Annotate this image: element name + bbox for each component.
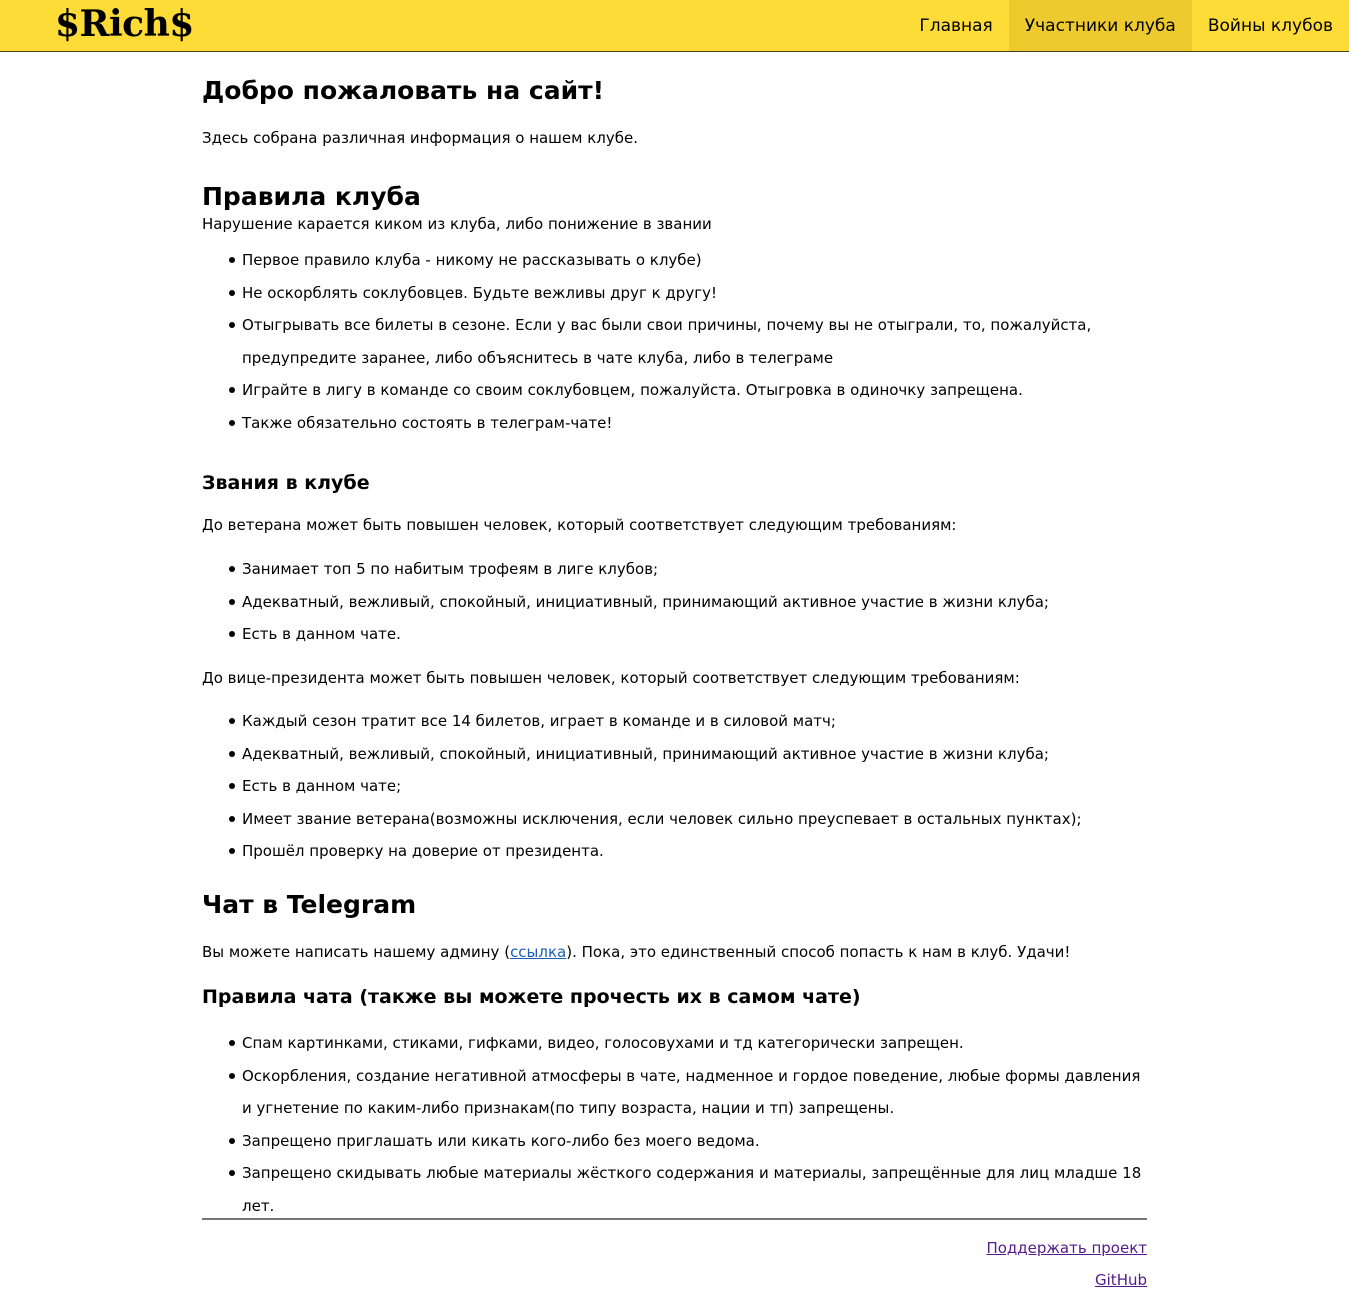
vice-president-intro: До вице-президента может быть повышен че… bbox=[202, 669, 1020, 687]
list-item: Прошёл проверку на доверие от президента… bbox=[229, 835, 1147, 868]
list-item: Имеет звание ветерана(возможны исключени… bbox=[229, 803, 1147, 836]
nav-link-home[interactable]: Главная bbox=[903, 0, 1008, 51]
veteran-intro: До ветерана может быть повышен человек, … bbox=[202, 516, 957, 534]
veteran-requirements-list: Занимает топ 5 по набитым трофеям в лиге… bbox=[202, 553, 1147, 651]
chat-rules-list: Спам картинками, стиками, гифками, видео… bbox=[202, 1027, 1147, 1222]
vice-president-requirements-list: Каждый сезон тратит все 14 билетов, игра… bbox=[202, 705, 1147, 868]
welcome-text: Здесь собрана различная информация о наш… bbox=[202, 129, 638, 147]
list-item: Запрещено приглашать или кикать кого-либ… bbox=[229, 1125, 1147, 1158]
list-item: Занимает топ 5 по набитым трофеям в лиге… bbox=[229, 553, 1147, 586]
chat-rules-title: Правила чата (также вы можете прочесть и… bbox=[202, 986, 861, 1008]
list-item: Запрещено скидывать любые материалы жёст… bbox=[229, 1157, 1147, 1222]
list-item: Есть в данном чате. bbox=[229, 618, 1147, 651]
brand-logo[interactable]: $Rich$ bbox=[55, 2, 194, 46]
rules-title: Правила клуба bbox=[202, 182, 421, 211]
admin-link[interactable]: ссылка bbox=[510, 943, 566, 961]
list-item: Не оскорблять соклубовцев. Будьте вежлив… bbox=[229, 277, 1147, 310]
list-item: Есть в данном чате; bbox=[229, 770, 1147, 803]
list-item: Играйте в лигу в команде со своим соклуб… bbox=[229, 374, 1147, 407]
nav-link-members[interactable]: Участники клуба bbox=[1008, 0, 1192, 51]
list-item: Отыгрывать все билеты в сезоне. Если у в… bbox=[229, 309, 1147, 374]
rules-list: Первое правило клуба - никому не рассказ… bbox=[202, 244, 1147, 439]
telegram-text: Вы можете написать нашему админу (ссылка… bbox=[202, 942, 1070, 962]
telegram-text-after: ). Пока, это единственный способ попасть… bbox=[566, 943, 1071, 961]
telegram-text-before: Вы можете написать нашему админу ( bbox=[202, 943, 511, 961]
support-project-link[interactable]: Поддержать проект bbox=[986, 1232, 1147, 1264]
github-link[interactable]: GitHub bbox=[986, 1264, 1147, 1296]
nav-link-club-wars[interactable]: Войны клубов bbox=[1192, 0, 1349, 51]
footer-divider bbox=[202, 1218, 1147, 1220]
list-item: Также обязательно состоять в телеграм-ча… bbox=[229, 407, 1147, 440]
telegram-title: Чат в Telegram bbox=[202, 890, 417, 919]
list-item: Адекватный, вежливый, спокойный, инициат… bbox=[229, 586, 1147, 619]
main-nav: Главная Участники клуба Войны клубов bbox=[903, 0, 1349, 51]
list-item: Первое правило клуба - никому не рассказ… bbox=[229, 244, 1147, 277]
ranks-title: Звания в клубе bbox=[202, 472, 370, 494]
list-item: Адекватный, вежливый, спокойный, инициат… bbox=[229, 738, 1147, 771]
rules-intro: Нарушение карается киком из клуба, либо … bbox=[202, 215, 712, 233]
list-item: Спам картинками, стиками, гифками, видео… bbox=[229, 1027, 1147, 1060]
footer-links: Поддержать проект GitHub bbox=[986, 1232, 1147, 1296]
list-item: Каждый сезон тратит все 14 билетов, игра… bbox=[229, 705, 1147, 738]
welcome-title: Добро пожаловать на сайт! bbox=[202, 76, 604, 105]
list-item: Оскорбления, создание негативной атмосфе… bbox=[229, 1060, 1147, 1125]
top-navbar: $Rich$ Главная Участники клуба Войны клу… bbox=[0, 0, 1349, 52]
